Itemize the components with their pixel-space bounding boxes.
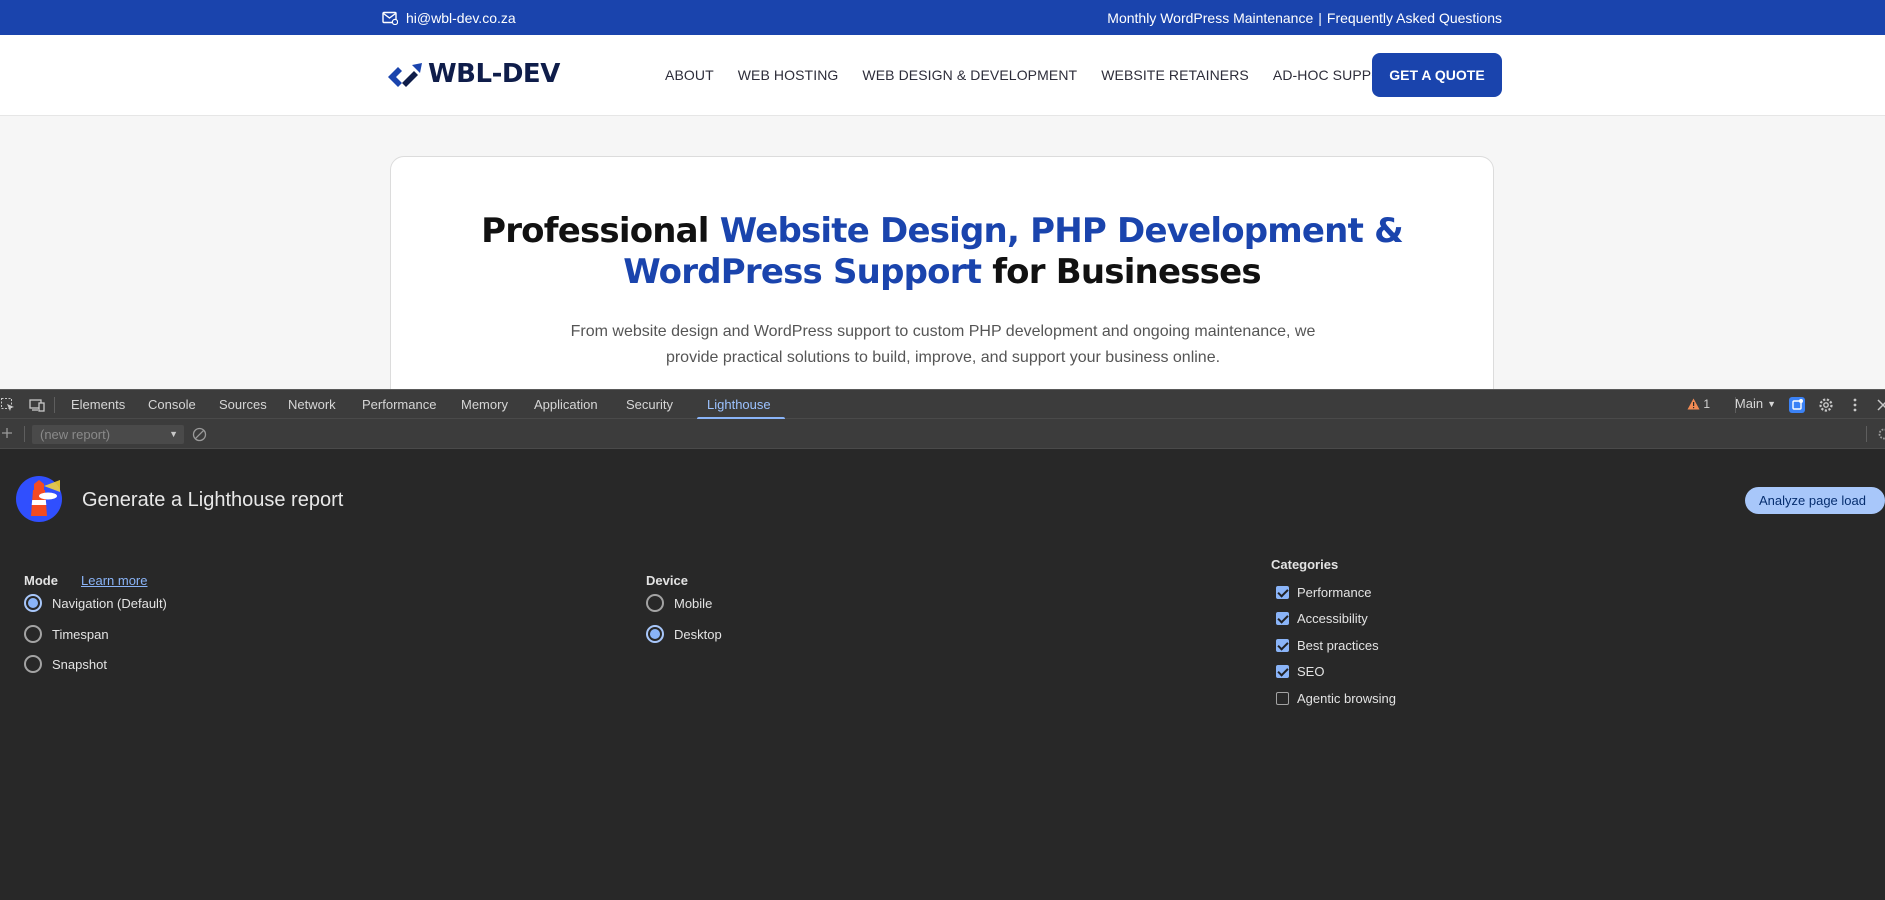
faq-link[interactable]: Frequently Asked Questions (1327, 10, 1502, 26)
lighthouse-heading: Generate a Lighthouse report (82, 489, 344, 511)
tab-security[interactable]: Security (626, 390, 673, 420)
radio-button[interactable] (646, 594, 664, 612)
toolbar-separator (1866, 426, 1867, 442)
hero-subtitle: From website design and WordPress suppor… (570, 323, 1316, 366)
site-header: WBL-DEV ABOUT WEB HOSTING WEB DESIGN & D… (0, 35, 1885, 116)
hero-card: Professional Website Design, PHP Develop… (390, 156, 1494, 389)
checkbox-label: Performance (1297, 585, 1372, 600)
radio-label: Timespan (52, 626, 109, 642)
tab-sources[interactable]: Sources (219, 390, 267, 420)
radio-label: Mobile (674, 595, 713, 611)
hero-title-part4: for Businesses (981, 252, 1261, 292)
clear-all-icon[interactable] (192, 427, 207, 442)
tab-console[interactable]: Console (148, 390, 196, 420)
warning-count: 1 (1703, 397, 1710, 411)
maintenance-link[interactable]: Monthly WordPress Maintenance (1107, 10, 1313, 26)
hero-title-highlight1: Website Design, PHP Development & (719, 211, 1404, 251)
devtools-panel: Elements Console Sources Network Perform… (0, 389, 1885, 900)
settings-gear-icon[interactable] (1818, 397, 1834, 413)
checkbox-label: Best practices (1297, 638, 1379, 653)
tab-lighthouse[interactable]: Lighthouse (707, 390, 771, 420)
main-nav: ABOUT WEB HOSTING WEB DESIGN & DEVELOPME… (665, 35, 1425, 115)
checkbox[interactable] (1276, 586, 1289, 599)
tab-application[interactable]: Application (534, 390, 598, 420)
learn-more-link[interactable]: Learn more (81, 573, 147, 588)
topbar-links: Monthly WordPress Maintenance | Frequent… (1107, 0, 1502, 35)
lighthouse-toolbar: (new report) ▼ (0, 419, 1885, 449)
warnings-counter[interactable]: 1 (1687, 397, 1710, 411)
report-selector[interactable]: (new report) ▼ (32, 425, 184, 444)
device-toolbar-icon[interactable] (29, 397, 45, 413)
inspect-element-icon[interactable] (0, 397, 16, 413)
hero-title-highlight2: WordPress Support (623, 252, 982, 292)
lighthouse-settings-icon[interactable] (1877, 427, 1885, 441)
caret-down-icon: ▼ (169, 429, 178, 439)
hero-title-part1: Professional (481, 211, 720, 251)
mode-option-timespan[interactable]: Timespan (24, 625, 109, 643)
device-label: Device (646, 573, 688, 588)
radio-button[interactable] (24, 625, 42, 643)
category-seo[interactable]: SEO (1276, 664, 1324, 679)
tab-elements[interactable]: Elements (71, 390, 125, 420)
mode-option-snapshot[interactable]: Snapshot (24, 655, 107, 673)
radio-button[interactable] (646, 625, 664, 643)
checkbox[interactable] (1276, 639, 1289, 652)
tab-separator (54, 397, 55, 413)
report-selector-value: (new report) (40, 427, 111, 442)
device-option-desktop[interactable]: Desktop (646, 625, 722, 643)
devtools-tab-bar: Elements Console Sources Network Perform… (0, 389, 1885, 420)
topbar-separator: | (1318, 9, 1322, 26)
caret-down-icon: ▼ (1767, 398, 1776, 409)
mail-icon (382, 11, 398, 25)
mode-option-navigation[interactable]: Navigation (Default) (24, 594, 167, 612)
context-selector[interactable]: Main ▼ (1735, 396, 1776, 411)
radio-label: Snapshot (52, 656, 107, 672)
category-best-practices[interactable]: Best practices (1276, 638, 1379, 653)
toolbar-separator (24, 426, 25, 442)
ai-assistance-icon[interactable] (1789, 397, 1805, 413)
checkbox-label: SEO (1297, 664, 1325, 679)
radio-label: Navigation (Default) (52, 595, 167, 611)
radio-button[interactable] (24, 655, 42, 673)
nav-item-web-design[interactable]: WEB DESIGN & DEVELOPMENT (862, 67, 1077, 83)
get-a-quote-button[interactable]: GET A QUOTE (1372, 53, 1502, 97)
tab-memory[interactable]: Memory (461, 390, 508, 420)
checkbox[interactable] (1276, 665, 1289, 678)
context-label: Main (1734, 396, 1764, 411)
site-logo[interactable]: WBL-DEV (386, 59, 560, 89)
category-agentic-browsing[interactable]: Agentic browsing (1276, 691, 1396, 706)
tab-performance[interactable]: Performance (362, 390, 436, 420)
email-text: hi@wbl-dev.co.za (406, 9, 516, 26)
checkbox[interactable] (1276, 692, 1289, 705)
email-link[interactable]: hi@wbl-dev.co.za (382, 0, 516, 35)
nav-item-about[interactable]: ABOUT (665, 67, 714, 83)
category-accessibility[interactable]: Accessibility (1276, 611, 1368, 626)
mode-label: Mode (24, 573, 58, 588)
website-viewport: hi@wbl-dev.co.za Monthly WordPress Maint… (0, 0, 1885, 389)
lighthouse-start-view: Generate a Lighthouse report Analyze pag… (0, 449, 1885, 900)
analyze-page-load-button[interactable]: Analyze page load (1745, 487, 1885, 514)
logo-text: WBL-DEV (428, 59, 560, 89)
category-performance[interactable]: Performance (1276, 585, 1371, 600)
more-options-icon[interactable] (1847, 397, 1863, 413)
categories-label: Categories (1271, 557, 1339, 572)
radio-button[interactable] (24, 594, 42, 612)
warning-icon (1687, 398, 1700, 410)
close-devtools-icon[interactable] (1875, 397, 1885, 413)
checkbox[interactable] (1276, 612, 1289, 625)
lighthouse-logo-icon (16, 476, 62, 522)
top-bar: hi@wbl-dev.co.za Monthly WordPress Maint… (0, 0, 1885, 35)
device-option-mobile[interactable]: Mobile (646, 594, 712, 612)
hero-title: Professional Website Design, PHP Develop… (391, 211, 1493, 293)
radio-label: Desktop (674, 626, 722, 642)
plus-icon[interactable] (0, 426, 14, 440)
tab-network[interactable]: Network (288, 390, 336, 420)
logo-mark-icon (388, 63, 422, 87)
nav-item-web-hosting[interactable]: WEB HOSTING (738, 67, 839, 83)
checkbox-label: Agentic browsing (1297, 691, 1396, 706)
nav-item-website-retainers[interactable]: WEBSITE RETAINERS (1101, 67, 1249, 83)
checkbox-label: Accessibility (1297, 611, 1368, 626)
